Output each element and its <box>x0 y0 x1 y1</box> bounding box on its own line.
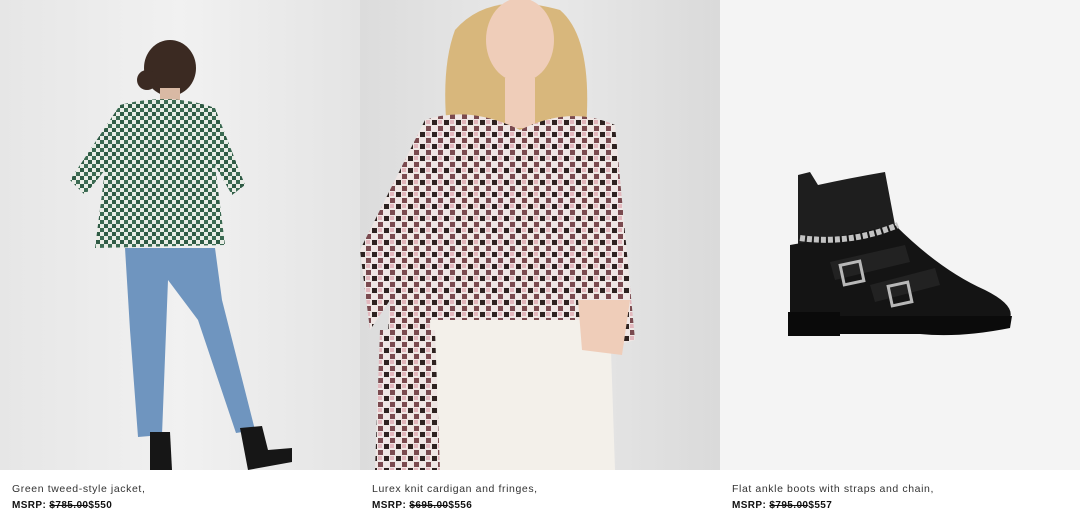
product-grid: Green tweed-style jacket, MSRP: $785.00$… <box>0 0 1080 523</box>
sale-price: $556 <box>448 500 473 511</box>
product-image-jacket[interactable] <box>0 0 360 470</box>
product-card-cardigan[interactable]: Lurex knit cardigan and fringes, MSRP: $… <box>360 0 720 523</box>
msrp-label: MSRP: <box>12 500 47 511</box>
boots-photo <box>720 0 1080 470</box>
product-info-boots: Flat ankle boots with straps and chain, … <box>732 482 1072 512</box>
product-price: MSRP: $795.00$557 <box>732 499 1072 512</box>
product-title[interactable]: Flat ankle boots with straps and chain, <box>732 482 1072 496</box>
product-info-jacket: Green tweed-style jacket, MSRP: $785.00$… <box>12 482 352 512</box>
product-card-jacket[interactable]: Green tweed-style jacket, MSRP: $785.00$… <box>0 0 360 523</box>
product-title[interactable]: Lurex knit cardigan and fringes, <box>372 482 712 496</box>
msrp-label: MSRP: <box>732 500 767 511</box>
cardigan-photo <box>360 0 720 470</box>
jacket-photo <box>0 0 360 470</box>
sale-price: $550 <box>88 500 113 511</box>
original-price: $795.00 <box>769 500 809 511</box>
sale-price: $557 <box>808 500 833 511</box>
original-price: $785.00 <box>49 500 89 511</box>
product-title[interactable]: Green tweed-style jacket, <box>12 482 352 496</box>
product-price: MSRP: $785.00$550 <box>12 499 352 512</box>
product-image-boots[interactable] <box>720 0 1080 470</box>
msrp-label: MSRP: <box>372 500 407 511</box>
product-price: MSRP: $695.00$556 <box>372 499 712 512</box>
product-info-cardigan: Lurex knit cardigan and fringes, MSRP: $… <box>372 482 712 512</box>
original-price: $695.00 <box>409 500 449 511</box>
product-card-boots[interactable]: Flat ankle boots with straps and chain, … <box>720 0 1080 523</box>
product-image-cardigan[interactable] <box>360 0 720 470</box>
